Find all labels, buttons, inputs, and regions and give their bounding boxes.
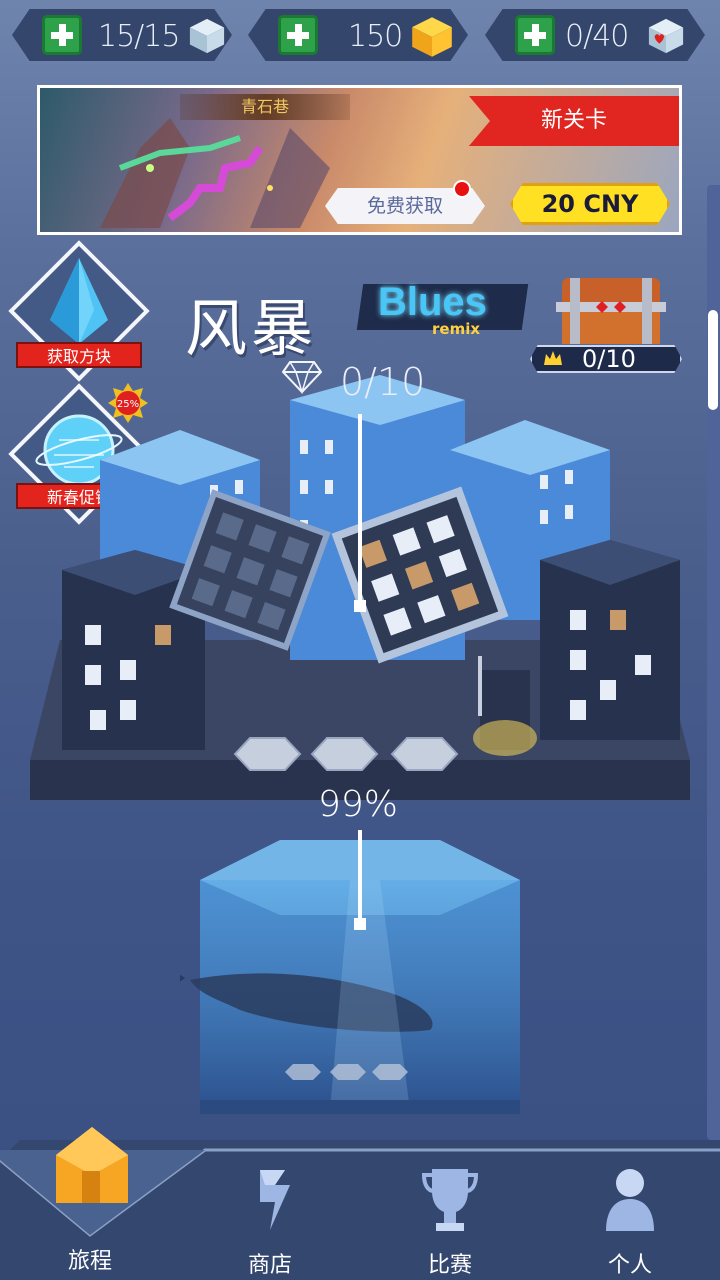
ocean-connector-line [358,830,362,924]
level-connector-line [358,414,362,606]
ice-cube-icon [189,18,225,54]
energy-value: 15/15 [98,19,180,54]
nav-contest[interactable]: 比赛 [390,1145,510,1280]
new-level-ribbon: 新关卡 [469,96,679,146]
gold-counter: 150 [248,9,468,61]
level-connector-node [354,600,366,612]
gold-value: 150 [348,19,403,54]
genre-subtext: remix [432,320,481,338]
gold-cube-icon [412,17,452,57]
new-level-banner[interactable]: 青石巷 新关卡 免费获取 20 CNY [37,85,682,235]
hex-tile [390,737,459,771]
trophy-icon [421,1169,479,1231]
hex-tile [233,737,302,771]
banner-level-name: 青石巷 [180,94,350,120]
water-drop-icon [50,258,108,344]
nav-journey[interactable]: 旅程 [30,1115,150,1274]
nav-profile[interactable]: 个人 [570,1145,690,1280]
diamond-icon [282,361,322,394]
genre-badge: Blues remix [356,278,529,340]
add-gold-button[interactable] [278,15,318,55]
nav-journey-label: 旅程 [67,1249,112,1274]
song-title: 风暴 [185,292,318,365]
banner-artwork [100,118,330,228]
shop-icon [260,1170,290,1230]
gem-progress-text: 0/10 [340,360,426,404]
treasure-chest-icon[interactable] [556,274,666,346]
nav-shop-label: 商店 [247,1253,292,1278]
nav-profile-label: 个人 [607,1253,652,1278]
genre-text: Blues [378,280,487,324]
home-icon [56,1127,128,1203]
notification-dot [453,180,471,198]
heart-cube-icon [648,18,684,54]
level-percent-text: 99% [318,784,399,825]
nav-contest-label: 比赛 [427,1253,472,1278]
person-icon [606,1169,654,1231]
buy-price-button[interactable]: 20 CNY [510,183,670,225]
hex-tile [310,737,379,771]
energy-counter: 15/15 [12,9,232,61]
building-front-right [540,540,680,740]
heart-value: 0/40 [565,19,629,54]
add-energy-button[interactable] [42,15,82,55]
nav-shop[interactable]: 商店 [210,1145,330,1280]
ocean-connector-node [354,918,366,930]
add-heart-button[interactable] [515,15,555,55]
heart-counter: 0/40 [485,9,705,61]
